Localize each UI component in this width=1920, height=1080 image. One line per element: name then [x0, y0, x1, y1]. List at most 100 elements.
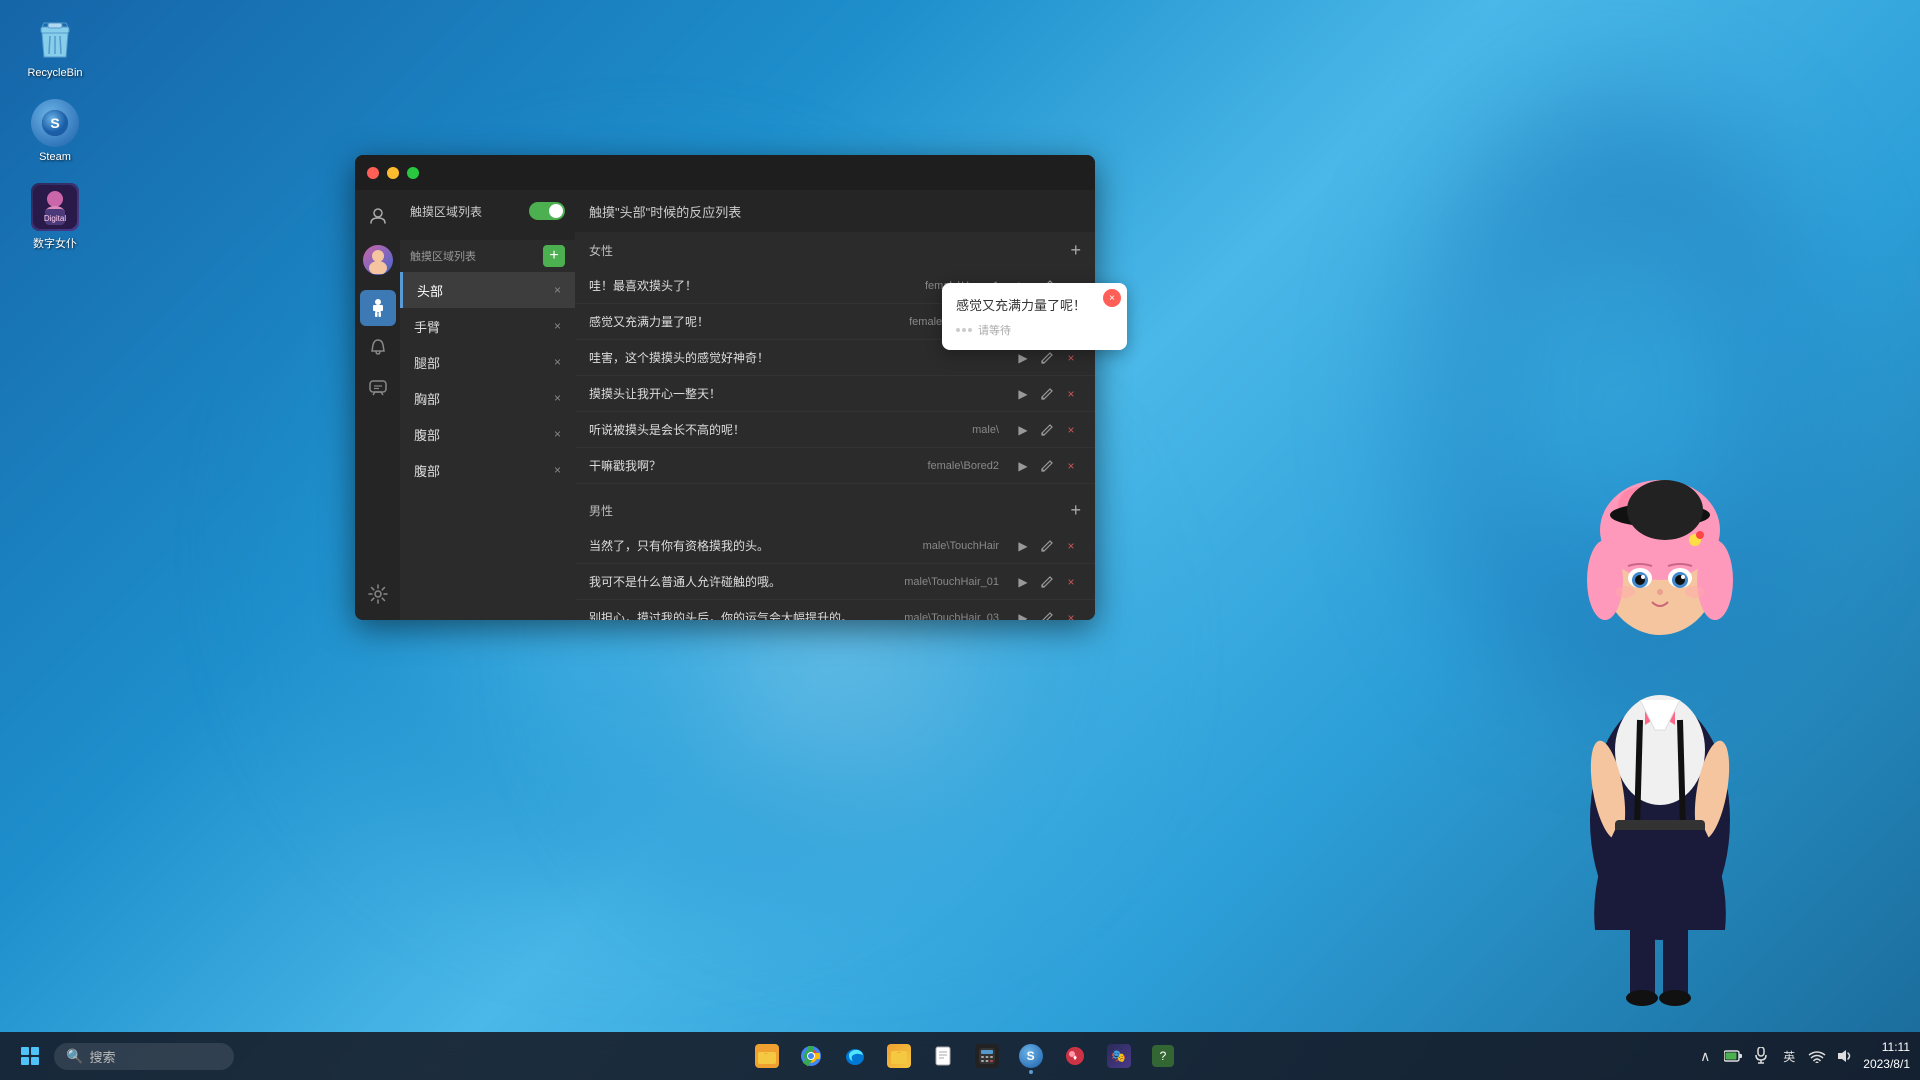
right-panel-header: 触摸"头部"时候的反应列表	[575, 190, 1095, 232]
svg-text:♦: ♦	[1073, 1053, 1077, 1062]
taskbar-app-calculator[interactable]	[967, 1036, 1007, 1076]
reaction-text: 干嘛戳我啊？	[589, 457, 919, 474]
start-button[interactable]	[10, 1036, 50, 1076]
maximize-button[interactable]	[407, 167, 419, 179]
dp-icon: Digital	[31, 183, 79, 231]
female-label: 女性	[589, 242, 613, 259]
play-button[interactable]: ▶	[1013, 384, 1033, 404]
sidebar-icon-settings[interactable]	[360, 576, 396, 612]
delete-button[interactable]: ×	[1061, 456, 1081, 476]
female-add-button[interactable]: +	[1070, 241, 1081, 259]
edit-button[interactable]	[1037, 572, 1057, 592]
reaction-id: male\TouchHair	[923, 540, 999, 552]
nav-item-chest[interactable]: 胸部 ×	[400, 380, 575, 416]
reaction-row-female-3: 摸摸头让我开心一整天！ ▶ ×	[575, 376, 1095, 412]
play-button[interactable]: ▶	[1013, 456, 1033, 476]
svg-text:Digital: Digital	[44, 214, 66, 223]
reaction-actions: ▶ ×	[1013, 536, 1081, 556]
nav-item-close-leg[interactable]: ×	[554, 355, 561, 369]
reaction-actions: ▶ ×	[1013, 608, 1081, 621]
nav-item-abdomen[interactable]: 腹部 ×	[400, 416, 575, 452]
nav-item-abdomen2[interactable]: 腹部 ×	[400, 452, 575, 488]
recyclebin-label: RecycleBin	[27, 67, 82, 79]
steam-icon: S	[31, 99, 79, 147]
loading-dots	[956, 328, 972, 332]
taskbar-app-notepad[interactable]	[923, 1036, 963, 1076]
nav-item-arm[interactable]: 手臂 ×	[400, 308, 575, 344]
systray-language[interactable]: 英	[1779, 1046, 1799, 1066]
desktop-icon-steam[interactable]: S Steam	[15, 99, 95, 163]
play-button[interactable]: ▶	[1013, 536, 1033, 556]
sidebar-icon-avatar[interactable]	[360, 242, 396, 278]
app-window: 触摸区域列表 触摸区域列表 + 头部 × 手臂 ×	[355, 155, 1095, 620]
taskbar-app-files[interactable]	[879, 1036, 919, 1076]
window-body: 触摸区域列表 触摸区域列表 + 头部 × 手臂 ×	[355, 190, 1095, 620]
delete-button[interactable]: ×	[1061, 608, 1081, 621]
reaction-actions: ▶ ×	[1013, 348, 1081, 368]
edit-button[interactable]	[1037, 456, 1057, 476]
reaction-id: female\Bored2	[927, 460, 999, 472]
systray-network[interactable]	[1807, 1046, 1827, 1066]
taskbar-app-explorer[interactable]	[747, 1036, 787, 1076]
nav-item-head[interactable]: 头部 ×	[400, 272, 575, 308]
tooltip-close-button[interactable]: ×	[1103, 289, 1121, 307]
taskbar-app-digital[interactable]: 🎭	[1099, 1036, 1139, 1076]
male-label: 男性	[589, 502, 613, 519]
title-bar	[355, 155, 1095, 190]
reaction-id: male\TouchHair_01	[904, 576, 999, 588]
reaction-row-male-2: 别担心，摸过我的头后，你的运气会大幅提升的。 male\TouchHair_03…	[575, 600, 1095, 620]
taskbar-search[interactable]: 🔍 搜索	[54, 1043, 234, 1070]
systray-overflow[interactable]: ∧	[1695, 1046, 1715, 1066]
delete-button[interactable]: ×	[1061, 572, 1081, 592]
edit-button[interactable]	[1037, 384, 1057, 404]
sidebar-icon-chat[interactable]	[360, 370, 396, 406]
reaction-text: 我可不是什么普通人允许碰触的哦。	[589, 573, 896, 590]
minimize-button[interactable]	[387, 167, 399, 179]
taskbar-start: 🔍 搜索	[0, 1036, 244, 1076]
taskbar-app-steam[interactable]: S	[1011, 1036, 1051, 1076]
add-area-button[interactable]: +	[543, 245, 565, 267]
nav-item-close-abdomen[interactable]: ×	[554, 427, 561, 441]
sidebar-icon-profile[interactable]	[360, 198, 396, 234]
sidebar-icon-body[interactable]	[360, 290, 396, 326]
sidebar-icon-notifications[interactable]	[360, 330, 396, 366]
taskbar-app-chrome[interactable]	[791, 1036, 831, 1076]
systray-microphone[interactable]	[1751, 1046, 1771, 1066]
edit-button[interactable]	[1037, 536, 1057, 556]
nav-item-close-head[interactable]: ×	[554, 283, 561, 297]
delete-button[interactable]: ×	[1061, 536, 1081, 556]
nav-item-close-arm[interactable]: ×	[554, 319, 561, 333]
play-button[interactable]: ▶	[1013, 348, 1033, 368]
delete-button[interactable]: ×	[1061, 420, 1081, 440]
reaction-row-female-5: 干嘛戳我啊？ female\Bored2 ▶ ×	[575, 448, 1095, 484]
play-button[interactable]: ▶	[1013, 608, 1033, 621]
male-add-button[interactable]: +	[1070, 501, 1081, 519]
app-toggle[interactable]	[529, 202, 565, 220]
recyclebin-icon	[31, 15, 79, 63]
delete-button[interactable]: ×	[1061, 348, 1081, 368]
nav-item-close-abdomen2[interactable]: ×	[554, 463, 561, 477]
play-button[interactable]: ▶	[1013, 572, 1033, 592]
desktop-icon-recyclebin[interactable]: RecycleBin	[15, 15, 95, 79]
edit-button[interactable]	[1037, 608, 1057, 621]
taskbar-app-game[interactable]: ♦	[1055, 1036, 1095, 1076]
play-button[interactable]: ▶	[1013, 420, 1033, 440]
delete-button[interactable]: ×	[1061, 384, 1081, 404]
nav-item-close-chest[interactable]: ×	[554, 391, 561, 405]
reaction-text: 哇害，这个摸摸头的感觉好神奇！	[589, 349, 991, 366]
clock-date: 2023/8/1	[1863, 1056, 1910, 1073]
nav-item-leg[interactable]: 腿部 ×	[400, 344, 575, 380]
taskbar-clock[interactable]: 11:11 2023/8/1	[1863, 1039, 1910, 1073]
clock-time: 11:11	[1863, 1039, 1910, 1056]
close-button[interactable]	[367, 167, 379, 179]
edit-button[interactable]	[1037, 420, 1057, 440]
desktop-icon-dp[interactable]: Digital 数字女仆	[15, 183, 95, 251]
taskbar-app-edge[interactable]	[835, 1036, 875, 1076]
taskbar-app-other[interactable]: ?	[1143, 1036, 1183, 1076]
systray-volume[interactable]	[1835, 1046, 1855, 1066]
svg-text:S: S	[50, 115, 59, 131]
steam-label: Steam	[39, 151, 71, 163]
systray-battery[interactable]	[1723, 1046, 1743, 1066]
loading-dot-1	[956, 328, 960, 332]
edit-button[interactable]	[1037, 348, 1057, 368]
